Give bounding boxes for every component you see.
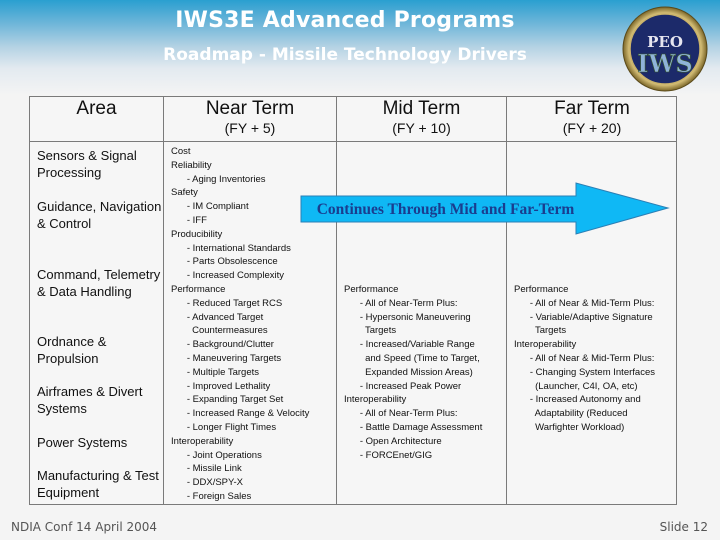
mid-term-drivers: Performance - All of Near-Term Plus: - H… bbox=[344, 284, 483, 461]
column-title: Near Term bbox=[205, 98, 295, 119]
area-item-sensors: Sensors & Signal Processing bbox=[37, 148, 137, 180]
column-header-mid-term: Mid Term (FY + 10) bbox=[337, 97, 506, 141]
footer-conference: NDIA Conf 14 April 2004 bbox=[11, 520, 158, 534]
column-divider bbox=[506, 97, 507, 504]
area-item-airframes: Airframes & Divert Systems bbox=[37, 384, 143, 416]
slide-subtitle: Roadmap - Missile Technology Drivers bbox=[163, 45, 527, 65]
column-title: Far Term bbox=[554, 98, 630, 119]
slide-title: IWS3E Advanced Programs bbox=[175, 8, 515, 33]
area-item-power: Power Systems bbox=[37, 435, 128, 450]
continues-arrow-label: Continues Through Mid and Far-Term bbox=[316, 201, 575, 218]
column-divider bbox=[163, 97, 164, 504]
near-term-drivers: Cost Reliability - Aging Inventories Saf… bbox=[171, 146, 310, 502]
far-term-drivers: Performance - All of Near & Mid-Term Plu… bbox=[514, 284, 655, 433]
area-list: Sensors & Signal Processing Guidance, Na… bbox=[37, 147, 162, 501]
column-subtitle: (FY + 20) bbox=[562, 120, 622, 136]
column-subtitle: (FY + 5) bbox=[224, 120, 276, 136]
column-title: Mid Term bbox=[382, 98, 461, 119]
header-row-divider bbox=[30, 141, 676, 142]
logo-text-iws: IWS bbox=[637, 49, 693, 78]
area-item-ordnance: Ordnance & Propulsion bbox=[37, 334, 107, 366]
column-header-area: Area bbox=[30, 97, 163, 141]
area-item-guidance: Guidance, Navigation & Control bbox=[37, 199, 162, 231]
peo-iws-seal-icon: PEO IWS bbox=[622, 6, 708, 92]
column-subtitle: (FY + 10) bbox=[392, 120, 451, 136]
roadmap-table: Area Near Term (FY + 5) Mid Term (FY + 1… bbox=[29, 96, 677, 505]
footer-slide-number: Slide 12 bbox=[659, 520, 708, 534]
area-item-manufacturing: Manufacturing & Test Equipment bbox=[37, 468, 159, 500]
area-item-command: Command, Telemetry & Data Handling bbox=[37, 267, 161, 299]
column-header-near-term: Near Term (FY + 5) bbox=[164, 97, 336, 141]
column-header-far-term: Far Term (FY + 20) bbox=[507, 97, 677, 141]
column-title: Area bbox=[76, 98, 117, 119]
column-divider bbox=[336, 97, 337, 504]
